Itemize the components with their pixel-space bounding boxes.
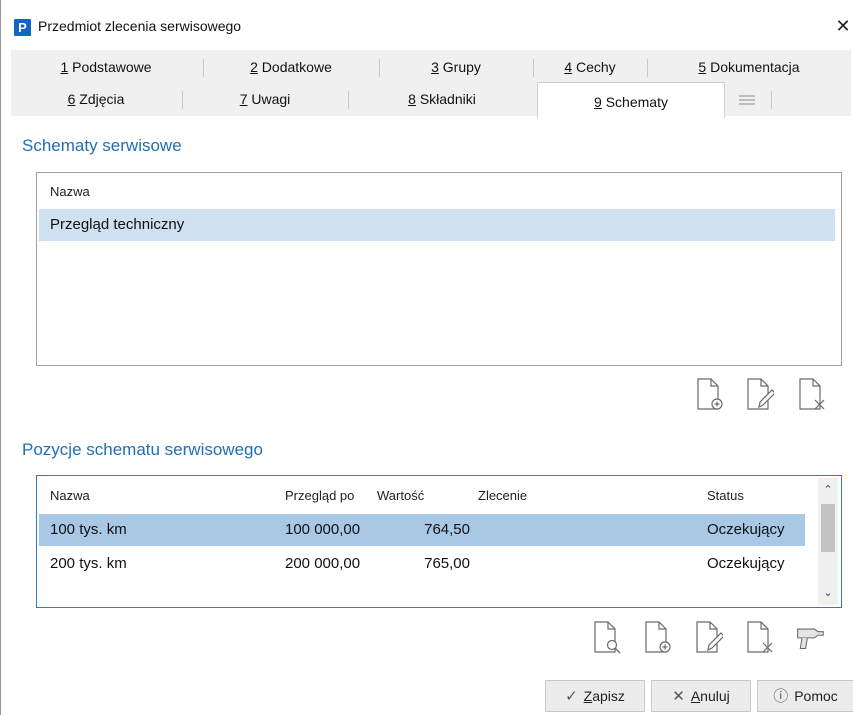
tab-hotkey: 2 [250,59,258,75]
tab-label: Cechy [572,59,616,75]
tab-label: Dodatkowe [257,59,332,75]
tab-label: Grupy [438,59,481,75]
tab-label: Schematy [601,94,668,110]
add-document-icon [645,621,671,653]
cancel-hotkey: A [690,688,701,704]
tab-label: Podstawowe [68,59,152,75]
tab-skladniki[interactable]: 8 Składniki [349,84,535,114]
tab-label: Zdjęcia [75,91,125,107]
scroll-up-arrow-icon[interactable]: ⌃ [820,482,836,498]
tab-zdjecia[interactable]: 6 Zdjęcia [11,84,181,114]
title-bar: P Przedmiot zlecenia serwisowego ✕ [1,0,853,44]
schemes-list[interactable]: Nazwa Przegląd techniczny [36,172,842,366]
drill-icon [797,628,824,649]
positions-table[interactable]: Nazwa Przegląd po Wartość Zlecenie Statu… [36,475,842,608]
cell-status: Oczekujący [707,555,785,572]
delete-document-icon [799,378,825,410]
col-wartosc[interactable]: Wartość [377,488,424,503]
tab-separator [647,59,648,77]
scroll-down-arrow-icon[interactable]: ⌄ [820,585,836,601]
tab-more-button[interactable] [727,84,767,114]
add-scheme-button[interactable] [694,377,724,411]
col-status[interactable]: Status [707,488,744,503]
tab-separator [533,59,534,77]
tab-hotkey: 3 [431,59,439,75]
scheme-name-cell: Przegląd techniczny [50,216,185,233]
add-document-icon [697,378,723,410]
edit-position-button[interactable] [693,620,725,654]
col-zlecenie[interactable]: Zlecenie [478,488,527,503]
tab-dodatkowe[interactable]: 2 Dodatkowe [205,52,377,82]
help-icon: ⓘ [773,688,789,705]
cancel-label: nuluj [700,688,730,704]
tab-separator [771,91,772,109]
cell-przeglad-po: 200 000,00 [285,555,361,572]
cancel-button[interactable]: ✕ Anuluj [651,680,751,712]
tab-hotkey: 9 [594,94,602,110]
tab-hotkey: 8 [408,91,416,107]
tab-cechy[interactable]: 4 Cechy [535,52,645,82]
delete-position-button[interactable] [744,620,774,654]
tab-uwagi[interactable]: 7 Uwagi [183,84,347,114]
delete-document-icon [747,621,773,653]
table-row[interactable]: 200 tys. km 200 000,00 765,00 Oczekujący [39,548,805,580]
app-logo-icon: P [14,19,31,36]
save-label: apisz [592,688,625,704]
check-icon: ✓ [565,688,578,705]
help-button[interactable]: ⓘ Pomoc [757,680,853,712]
help-label: Pomoc [794,688,838,704]
close-button[interactable]: ✕ [833,14,853,38]
schemes-section-title: Schematy serwisowe [22,136,182,155]
tab-podstawowe[interactable]: 1 Podstawowe [11,52,201,82]
cell-przeglad-po: 100 000,00 [285,521,361,538]
cell-nazwa: 200 tys. km [50,555,127,572]
save-button[interactable]: ✓ Zapisz [545,680,645,712]
add-position-button[interactable] [642,620,672,654]
dialog-window: P Przedmiot zlecenia serwisowego ✕ 1 Pod… [0,0,853,715]
create-order-button[interactable] [795,620,829,654]
cell-nazwa: 100 tys. km [50,521,127,538]
window-title: Przedmiot zlecenia serwisowego [38,18,242,34]
schemes-column-name[interactable]: Nazwa [50,184,90,199]
preview-document-icon [594,621,621,654]
tab-strip: 1 Podstawowe 2 Dodatkowe 3 Grupy 4 Cechy… [11,50,851,118]
close-icon: ✕ [672,688,685,705]
edit-document-icon [747,378,776,410]
delete-scheme-button[interactable] [796,377,826,411]
edit-document-icon [696,621,725,653]
tab-row-2: 6 Zdjęcia 7 Uwagi 8 Składniki 9 Schematy [11,82,851,118]
preview-position-button[interactable] [591,620,621,654]
menu-lines-icon [739,95,755,105]
tab-separator [203,59,204,77]
tab-schematy[interactable]: 9 Schematy [537,82,725,118]
tab-grupy[interactable]: 3 Grupy [381,52,531,82]
schemes-row[interactable]: Przegląd techniczny [39,209,835,241]
tab-separator [379,59,380,77]
edit-scheme-button[interactable] [744,377,776,411]
col-przeglad-po[interactable]: Przegląd po [285,488,354,503]
tab-dokumentacja[interactable]: 5 Dokumentacja [649,52,849,82]
scroll-thumb[interactable] [821,504,835,552]
tab-hotkey: 7 [239,91,248,107]
positions-section-title: Pozycje schematu serwisowego [22,440,263,459]
tab-hotkey: 4 [564,59,573,75]
cell-wartosc: 764,50 [424,521,470,538]
tab-label: Składniki [415,91,476,107]
positions-scrollbar[interactable]: ⌃ ⌄ [818,478,838,605]
save-hotkey: Z [583,688,593,704]
tab-label: Dokumentacja [706,59,800,75]
col-nazwa[interactable]: Nazwa [50,488,90,503]
tab-label: Uwagi [247,91,291,107]
cell-status: Oczekujący [707,521,785,538]
tab-row-1: 1 Podstawowe 2 Dodatkowe 3 Grupy 4 Cechy… [11,52,851,82]
table-row[interactable]: 100 tys. km 100 000,00 764,50 Oczekujący [39,514,805,546]
cell-wartosc: 765,00 [424,555,470,572]
